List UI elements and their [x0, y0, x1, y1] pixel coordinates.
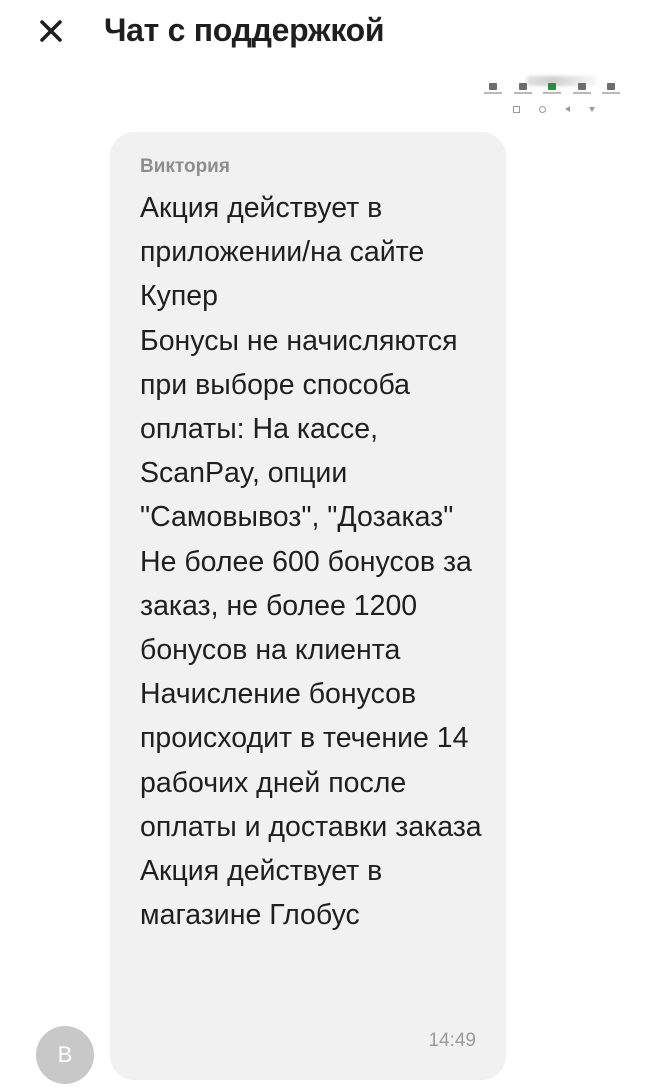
thumbnail-tab-bar	[476, 83, 628, 99]
thumbnail-profile-tab	[600, 83, 622, 99]
chat-title: Чат с поддержкой	[104, 12, 385, 48]
thumbnail-home-tab	[482, 83, 504, 99]
thumbnail-catalog-tab	[512, 83, 534, 99]
thumbnail-bonus-tab	[541, 83, 563, 99]
recent-apps-icon	[513, 105, 521, 113]
close-button[interactable]	[34, 14, 68, 48]
message-bubble: Виктория Акция действует в приложении/на…	[110, 132, 506, 1080]
sender-name: Виктория	[140, 156, 230, 177]
home-icon	[539, 105, 547, 113]
avatar: В	[36, 1026, 94, 1084]
thumbnail-cart-tab	[571, 83, 593, 99]
attached-screenshot-thumbnail[interactable]	[476, 76, 628, 120]
back-icon	[564, 106, 570, 112]
keyboard-hide-icon	[588, 106, 595, 112]
chat-header: Чат с поддержкой	[0, 0, 662, 66]
message-text: Акция действует в приложении/на сайте Ку…	[140, 192, 482, 932]
message-time: 14:49	[428, 1030, 476, 1051]
close-icon	[40, 20, 62, 42]
thumbnail-system-nav	[504, 104, 604, 114]
